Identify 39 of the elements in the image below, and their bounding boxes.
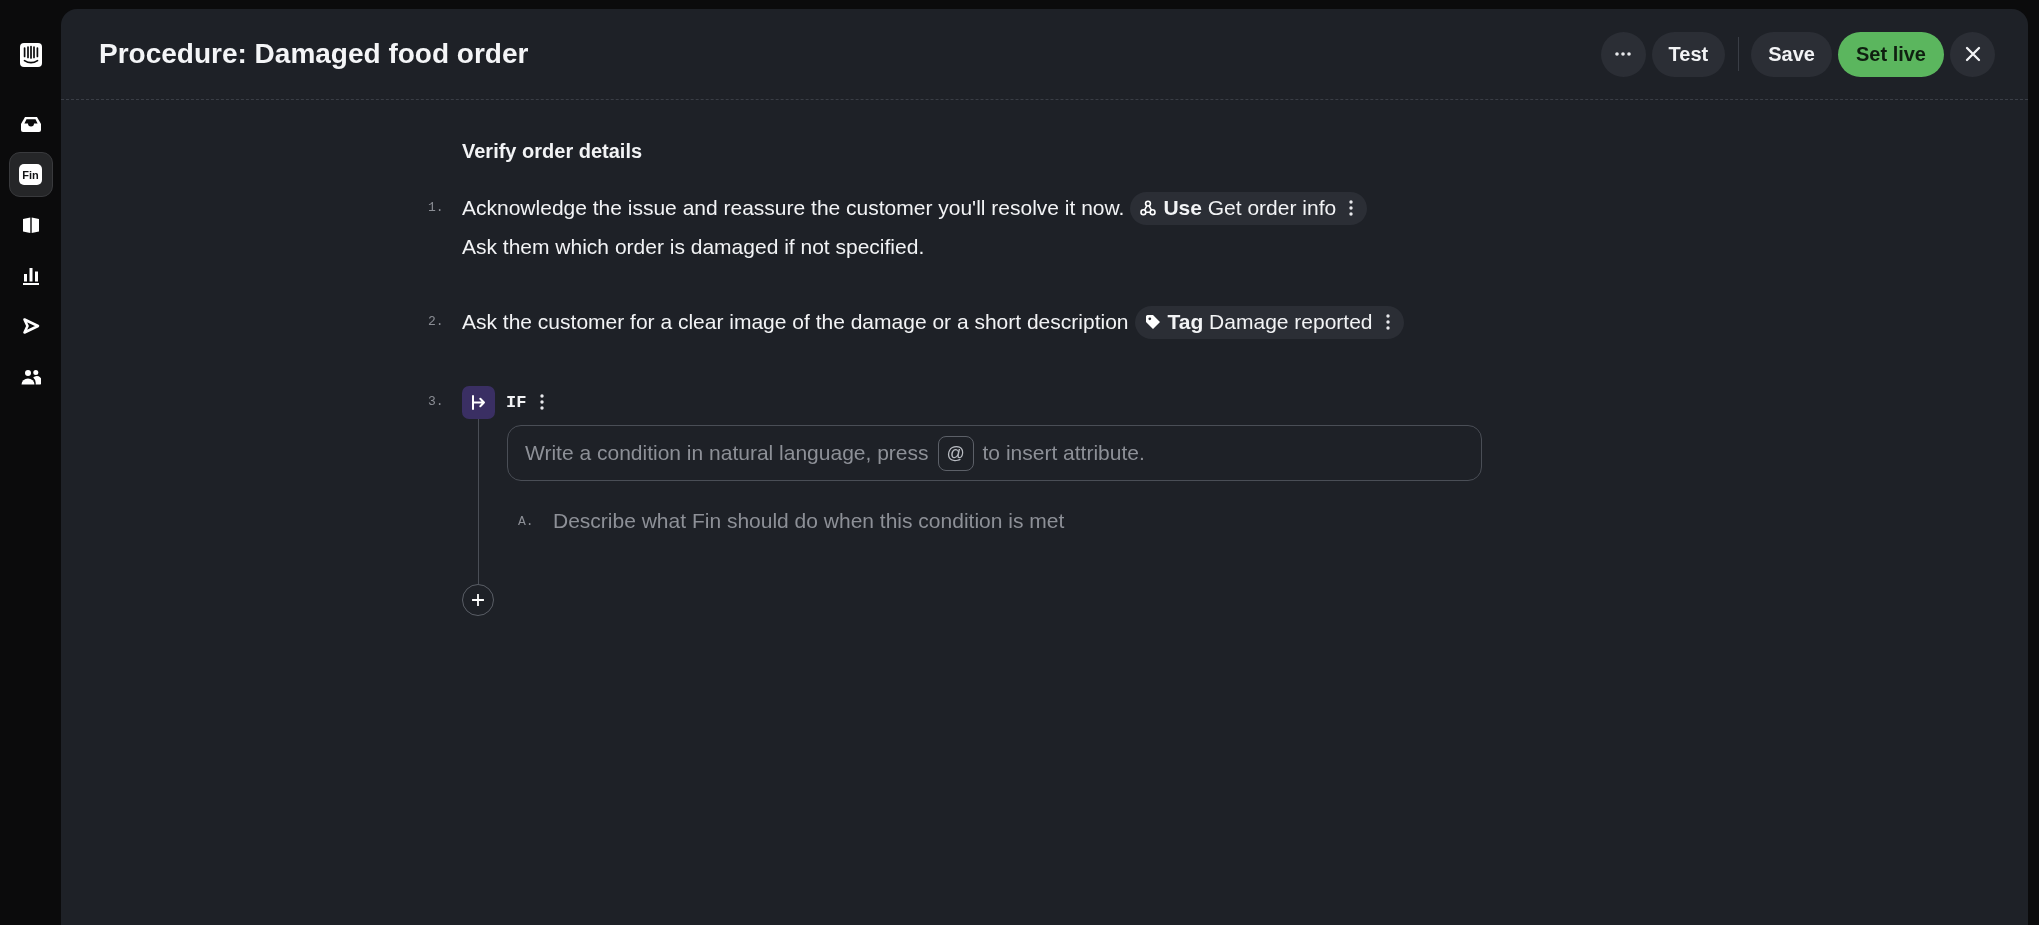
step-number: 1. <box>428 199 444 217</box>
book-icon <box>21 216 40 234</box>
plus-icon <box>472 594 484 606</box>
section-heading: Verify order details <box>462 139 643 163</box>
action-button[interactable]: Save <box>1751 31 1832 77</box>
placeholder-text: to insert attribute. <box>982 441 1145 465</box>
condition-input[interactable]: Write a condition in natural language, press @ to insert attribute. <box>507 425 1482 481</box>
bar-chart-icon <box>21 266 40 285</box>
text-badge: Fin <box>19 164 42 185</box>
action-button[interactable]: Test <box>1651 31 1726 77</box>
close-icon <box>1964 46 1981 62</box>
keycap: @ <box>937 435 974 471</box>
people-icon <box>20 368 41 385</box>
tag-chip[interactable]: Tag Damage reported <box>1134 305 1404 339</box>
step-text: Acknowledge the issue and reassure the customer you'll resolve it now. <box>462 195 1125 221</box>
step-text: Ask them which order is damaged if not specified. <box>462 234 925 260</box>
branch-marker: A. <box>518 513 535 529</box>
inbox-icon <box>20 116 41 132</box>
more-horizontal-icon <box>1615 52 1632 56</box>
tag-icon <box>1144 314 1161 330</box>
step-number: 2. <box>428 313 444 331</box>
placeholder-text: Write a condition in natural language, press <box>525 441 929 465</box>
page-title: Procedure: Damaged food order <box>99 38 529 70</box>
send-icon <box>21 317 40 335</box>
more-vertical-icon[interactable] <box>540 394 545 410</box>
sidebar-item[interactable]: Fin <box>8 152 53 197</box>
primary-button[interactable]: Set live <box>1837 31 1944 77</box>
action-chip[interactable]: Use Get order info <box>1130 191 1368 225</box>
logo-icon[interactable] <box>19 43 42 67</box>
step-text: Ask the customer for a clear image of the damage or a short description <box>462 309 1129 335</box>
branch-input[interactable]: Describe what Fin should do when this condition is met <box>553 506 1065 536</box>
step-number: 3. <box>428 393 444 411</box>
close-button[interactable] <box>1950 31 1995 77</box>
add-button[interactable] <box>462 584 494 616</box>
condition-keyword: IF <box>506 392 527 412</box>
nodes-icon <box>1140 200 1157 216</box>
more-vertical-icon[interactable] <box>1349 200 1354 216</box>
arrow-from-bar-icon <box>462 385 495 419</box>
more-vertical-icon[interactable] <box>1385 314 1390 330</box>
